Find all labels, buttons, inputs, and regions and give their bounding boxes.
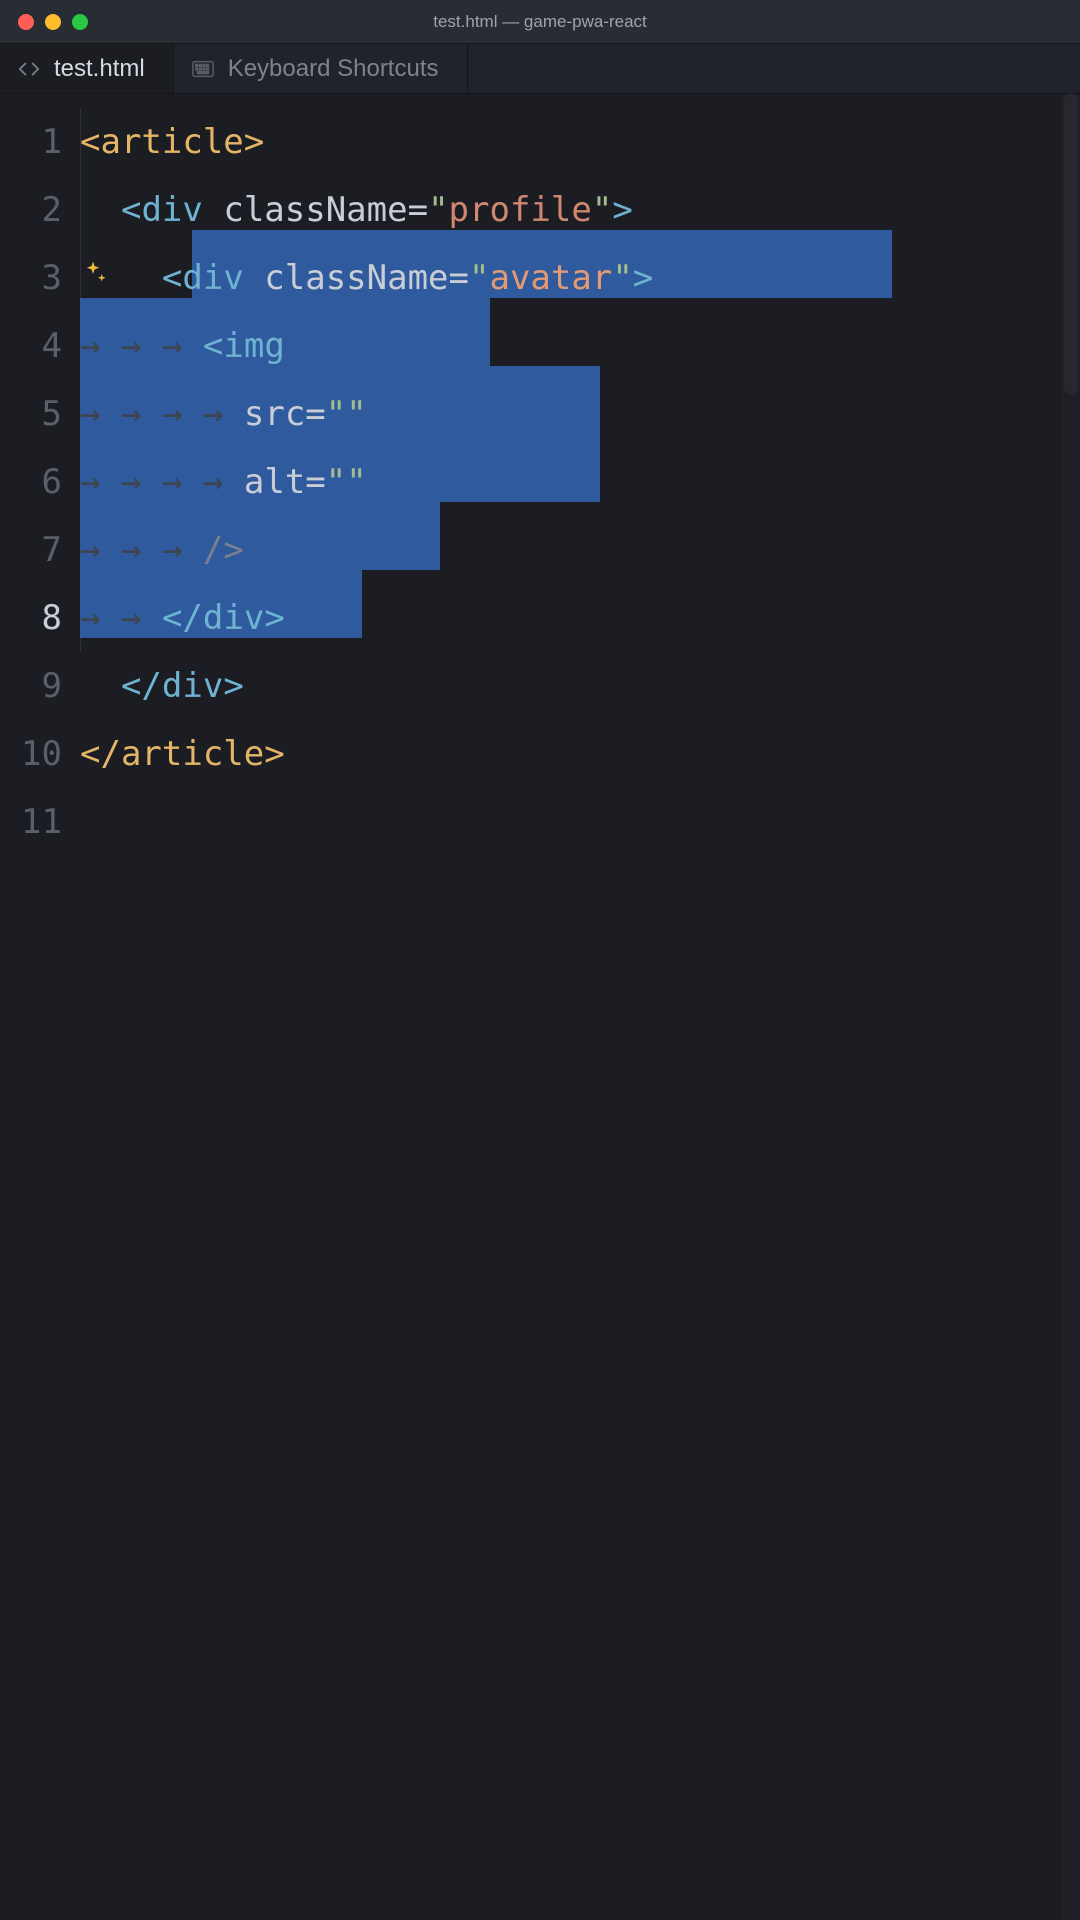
line-number: 10 — [0, 720, 62, 788]
code-line[interactable]: <article> — [80, 108, 1080, 176]
tab-test-html[interactable]: test.html — [0, 44, 174, 93]
line-number: 9 — [0, 652, 62, 720]
window-controls — [0, 14, 88, 30]
code-line[interactable]: </div> — [80, 652, 1080, 720]
keyboard-icon — [192, 60, 214, 78]
line-number: 4 — [0, 312, 62, 380]
code-line[interactable]: → → → → alt="" — [80, 448, 1080, 516]
code-line[interactable]: <div className="avatar"> — [80, 244, 1080, 312]
line-number: 3 — [0, 244, 62, 312]
line-number: 7 — [0, 516, 62, 584]
code-line[interactable]: → → </div> — [80, 584, 1080, 652]
titlebar: test.html — game-pwa-react — [0, 0, 1080, 44]
line-number: 6 — [0, 448, 62, 516]
line-number: 5 — [0, 380, 62, 448]
line-number: 8 — [0, 584, 62, 652]
code-editor[interactable]: 1 2 3 4 5 6 7 8 9 10 11 <article> <div c… — [0, 94, 1080, 1920]
line-number-gutter: 1 2 3 4 5 6 7 8 9 10 11 — [0, 94, 80, 1920]
tab-bar: test.html Keyboard Shortcuts — [0, 44, 1080, 94]
tab-keyboard-shortcuts[interactable]: Keyboard Shortcuts — [174, 44, 468, 93]
window-title: test.html — game-pwa-react — [433, 12, 647, 32]
tab-label: test.html — [54, 55, 145, 83]
code-line[interactable]: </article> — [80, 720, 1080, 788]
line-number: 11 — [0, 788, 62, 856]
code-area[interactable]: <article> <div className="profile"> <div… — [80, 94, 1080, 1920]
line-number: 2 — [0, 176, 62, 244]
code-line[interactable]: → → → → src="" — [80, 380, 1080, 448]
ai-sparkle-icon — [78, 258, 108, 298]
code-line[interactable]: <div className="profile"> — [80, 176, 1080, 244]
line-number: 1 — [0, 108, 62, 176]
code-line[interactable] — [80, 788, 1080, 856]
code-icon — [18, 58, 40, 80]
tab-label: Keyboard Shortcuts — [228, 55, 439, 83]
code-line[interactable]: → → → <img — [80, 312, 1080, 380]
close-window-button[interactable] — [18, 14, 34, 30]
code-line[interactable]: → → → /> — [80, 516, 1080, 584]
minimize-window-button[interactable] — [45, 14, 61, 30]
maximize-window-button[interactable] — [72, 14, 88, 30]
